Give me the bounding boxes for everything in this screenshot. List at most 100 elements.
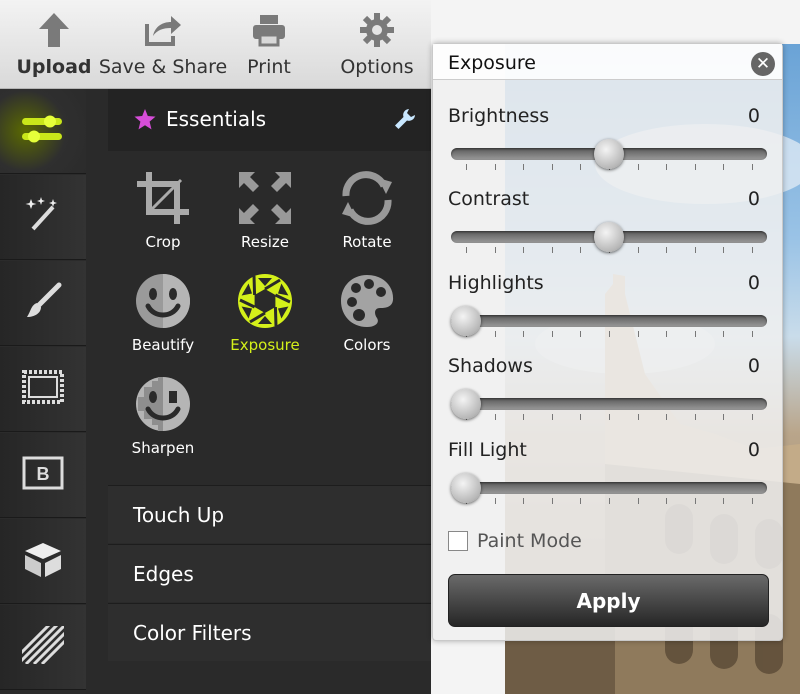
- slider-tick: [694, 247, 696, 253]
- slider-tick: [666, 498, 668, 504]
- fill-light-slider[interactable]: [451, 482, 767, 494]
- highlights-slider[interactable]: [451, 315, 767, 327]
- rail-item-adjustments[interactable]: [0, 89, 86, 174]
- slider-tick: [637, 247, 639, 253]
- section-touch-up[interactable]: Touch Up: [108, 485, 431, 543]
- gear-icon: [359, 10, 395, 50]
- slider-label: Fill Light: [448, 439, 527, 461]
- options-label: Options: [340, 56, 414, 78]
- paint-mode-checkbox[interactable]: [448, 531, 468, 551]
- tool-colors[interactable]: Colors: [315, 270, 419, 366]
- slider-knob[interactable]: [594, 222, 624, 252]
- slider-tick: [723, 414, 725, 420]
- slider-tick: [694, 164, 696, 170]
- print-label: Print: [247, 56, 291, 78]
- slider-label: Brightness: [448, 105, 550, 127]
- tool-rotate[interactable]: Rotate: [315, 167, 419, 263]
- tool-label: Sharpen: [131, 439, 195, 457]
- section-edges[interactable]: Edges: [108, 544, 431, 602]
- shadows-slider-row: Shadows 0: [433, 355, 782, 439]
- rail-item-brush[interactable]: [0, 261, 86, 346]
- tool-label: Rotate: [342, 233, 392, 251]
- save-share-label: Save & Share: [98, 56, 228, 78]
- rail-item-text[interactable]: B: [0, 433, 86, 518]
- slider-tick: [752, 498, 753, 504]
- slider-value: 0: [747, 439, 760, 461]
- brightness-slider-row: Brightness 0: [433, 105, 782, 189]
- slider-tick: [466, 164, 467, 170]
- brush-icon: [23, 281, 63, 325]
- slider-knob[interactable]: [594, 139, 624, 169]
- slider-tick: [494, 247, 496, 253]
- slider-tick: [666, 247, 668, 253]
- paint-mode-label: Paint Mode: [477, 530, 582, 552]
- upload-arrow-icon: [37, 10, 71, 50]
- slider-tick: [694, 331, 696, 337]
- slider-tick: [637, 331, 639, 337]
- highlights-slider-row: Highlights 0: [433, 272, 782, 356]
- aperture-icon: [233, 270, 297, 332]
- slider-tick: [609, 414, 610, 420]
- slider-tick: [723, 498, 725, 504]
- tool-exposure[interactable]: Exposure: [213, 270, 317, 366]
- options-button[interactable]: Options: [333, 0, 421, 89]
- slider-value: 0: [747, 188, 760, 210]
- frame-icon: [21, 369, 65, 409]
- slider-tick: [694, 414, 696, 420]
- slider-tick: [551, 164, 553, 170]
- slider-knob[interactable]: [451, 473, 481, 503]
- tool-label: Resize: [240, 233, 290, 251]
- box-icon: [21, 539, 65, 583]
- tool-resize[interactable]: Resize: [213, 167, 317, 263]
- slider-knob[interactable]: [451, 306, 481, 336]
- slider-tick: [637, 414, 639, 420]
- upload-label: Upload: [16, 56, 92, 78]
- slider-value: 0: [747, 355, 760, 377]
- tool-beautify[interactable]: Beautify: [111, 270, 215, 366]
- slider-tick: [551, 331, 553, 337]
- tool-sharpen[interactable]: Sharpen: [111, 373, 215, 469]
- panel-header: Essentials: [108, 89, 431, 151]
- slider-knob[interactable]: [451, 389, 481, 419]
- tool-crop[interactable]: Crop: [111, 167, 215, 263]
- resize-icon: [233, 167, 297, 229]
- magic-wand-icon: [23, 195, 63, 239]
- top-toolbar: Upload Save & Share Print Options: [0, 0, 431, 89]
- rail-item-frames[interactable]: [0, 347, 86, 432]
- slider-tick: [523, 247, 525, 253]
- print-button[interactable]: Print: [238, 0, 300, 89]
- tool-label: Beautify: [131, 336, 195, 354]
- slider-ticks: [451, 331, 767, 337]
- slider-tick: [723, 247, 725, 253]
- slider-tick: [494, 414, 496, 420]
- paint-mode-row: Paint Mode: [448, 530, 582, 552]
- tool-label: Colors: [343, 336, 391, 354]
- crop-icon: [131, 167, 195, 229]
- slider-tick: [551, 414, 553, 420]
- section-color-filters[interactable]: Color Filters: [108, 603, 431, 661]
- tools-panel: Essentials Crop Resize Rotate Beautify E…: [108, 89, 431, 694]
- slider-tick: [752, 164, 753, 170]
- slider-tick: [551, 247, 553, 253]
- slider-tick: [694, 498, 696, 504]
- save-share-button[interactable]: Save & Share: [97, 0, 229, 89]
- slider-value: 0: [747, 272, 760, 294]
- slider-tick: [666, 164, 668, 170]
- shadows-slider[interactable]: [451, 398, 767, 410]
- rail-item-stickers[interactable]: [0, 519, 86, 604]
- wrench-icon[interactable]: [393, 107, 417, 136]
- upload-button[interactable]: Upload: [14, 0, 94, 89]
- slider-tick: [609, 331, 610, 337]
- slider-tick: [523, 498, 525, 504]
- pattern-icon: [20, 624, 66, 670]
- slider-value: 0: [747, 105, 760, 127]
- dialog-title: Exposure: [448, 52, 536, 74]
- tool-label: Exposure: [230, 336, 300, 354]
- star-icon: [134, 109, 156, 135]
- apply-button[interactable]: Apply: [448, 574, 769, 627]
- close-icon[interactable]: ✕: [751, 52, 775, 76]
- rail-item-textures[interactable]: [0, 605, 86, 690]
- slider-tick: [551, 498, 553, 504]
- rail-item-effects[interactable]: [0, 175, 86, 260]
- sharpen-face-icon: [131, 373, 195, 435]
